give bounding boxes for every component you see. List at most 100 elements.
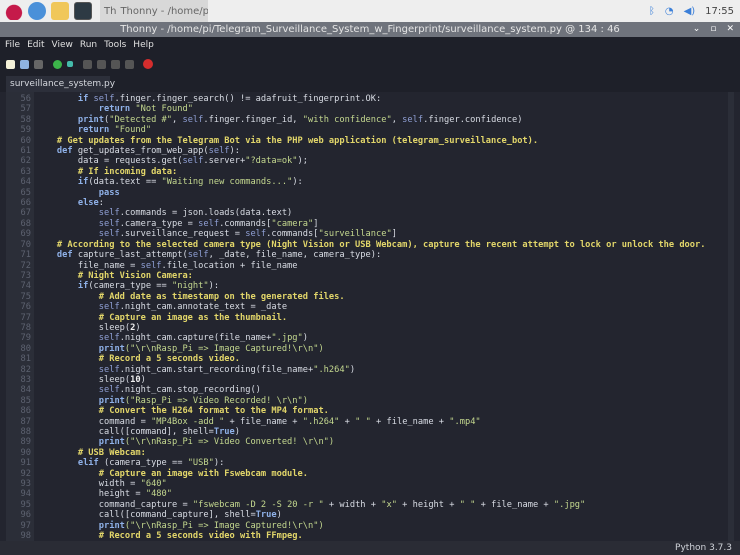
menu-run[interactable]: Run — [80, 37, 97, 53]
code-line[interactable]: 98 # Record a 5 seconds video with FFmpe… — [6, 531, 705, 541]
code-line[interactable]: 91 elif (camera_type == "USB"): — [6, 458, 705, 468]
code-line[interactable]: 84 self.night_cam.stop_recording() — [6, 385, 705, 395]
stop-icon[interactable] — [143, 59, 153, 69]
new-file-icon[interactable] — [6, 59, 15, 69]
maximize-button[interactable]: ▫ — [710, 22, 716, 37]
code-line[interactable]: 64 if(data.text == "Waiting new commands… — [6, 177, 705, 187]
code-line[interactable]: 73 # Night Vision Camera: — [6, 271, 705, 281]
code-line[interactable]: 89 print("\r\nRasp_Pi => Video Converted… — [6, 437, 705, 447]
code-line[interactable]: 57 return "Not Found" — [6, 104, 705, 114]
code-line[interactable]: 86 # Convert the H264 format to the MP4 … — [6, 406, 705, 416]
menu-view[interactable]: View — [52, 37, 73, 53]
code-line[interactable]: 90 # USB Webcam: — [6, 448, 705, 458]
code-editor[interactable]: 56 if self.finger.finger_search() != ada… — [6, 92, 734, 541]
code-line[interactable]: 68 self.camera_type = self.commands["cam… — [6, 219, 705, 229]
code-line[interactable]: 69 self.surveillance_request = self.comm… — [6, 229, 705, 239]
code-line[interactable]: 93 width = "640" — [6, 479, 705, 489]
code-line[interactable]: 79 self.night_cam.capture(file_name+".jp… — [6, 333, 705, 343]
code-text: print("\r\nRasp_Pi => Image Captured!\r\… — [34, 344, 324, 354]
run-icon[interactable] — [53, 59, 62, 69]
code-token: , — [172, 114, 183, 125]
code-line[interactable]: 78 sleep(2) — [6, 323, 705, 333]
code-line[interactable]: 92 # Capture an image with Fswebcam modu… — [6, 469, 705, 479]
menu-file[interactable]: File — [5, 37, 20, 53]
tab-row: surveillance_system.py × — [0, 75, 740, 105]
terminal-icon[interactable] — [74, 2, 92, 20]
code-line[interactable]: 70 # According to the selected camera ty… — [6, 240, 706, 250]
step-out-icon[interactable] — [111, 59, 120, 69]
bluetooth-icon[interactable]: ᛒ — [649, 6, 655, 17]
code-line[interactable]: 65 pass — [6, 188, 705, 198]
code-line[interactable]: 72 file_name = self.file_location + file… — [6, 261, 705, 271]
line-number: 61 — [20, 146, 31, 157]
code-line[interactable]: 74 if(camera_type == "night"): — [6, 281, 705, 291]
code-text: # Capture an image as the thumbnail. — [34, 313, 287, 323]
interpreter-label[interactable]: Python 3.7.3 — [675, 543, 732, 553]
taskbar-thonny-button[interactable]: ThThonny - /home/pi/T... — [100, 0, 208, 22]
clock[interactable]: 17:55 — [705, 6, 734, 17]
code-line[interactable]: 77 # Capture an image as the thumbnail. — [6, 313, 705, 323]
browser-icon[interactable] — [28, 2, 46, 20]
tab-surveillance-system[interactable]: surveillance_system.py × — [6, 76, 115, 105]
code-text: if(data.text == "Waiting new commands...… — [34, 177, 303, 187]
code-line[interactable]: 94 height = "480" — [6, 489, 705, 499]
line-number: 62 — [20, 156, 31, 167]
code-token: .night_cam.start_recording(file_name+ — [119, 364, 314, 375]
code-line[interactable]: 76 self.night_cam.annotate_text = _date — [6, 302, 705, 312]
code-line[interactable]: 60 # Get updates from the Telegram Bot v… — [6, 136, 705, 146]
code-text: width = "640" — [34, 479, 167, 489]
minimize-button[interactable]: ⌄ — [693, 22, 701, 37]
code-line[interactable]: 56 if self.finger.finger_search() != ada… — [6, 94, 705, 104]
line-number: 94 — [20, 489, 31, 500]
code-text: sleep(2) — [34, 323, 141, 333]
code-token: if — [77, 177, 89, 188]
resume-icon[interactable] — [125, 59, 134, 69]
code-line[interactable]: 88 call([command], shell=True) — [6, 427, 705, 437]
code-line[interactable]: 95 command_capture = "fswebcam -D 2 -S 2… — [6, 500, 705, 510]
code-token: # Night Vision Camera: — [77, 270, 193, 281]
wifi-icon[interactable]: ◔ — [665, 6, 674, 17]
code-line[interactable]: 62 data = requests.get(self.server+"?dat… — [6, 156, 705, 166]
code-text: print("\r\nRasp_Pi => Image Captured!\r\… — [34, 521, 324, 531]
code-line[interactable]: 83 sleep(10) — [6, 375, 705, 385]
menu-help[interactable]: Help — [133, 37, 154, 53]
menu-tools[interactable]: Tools — [104, 37, 126, 53]
volume-icon[interactable]: ◀) — [684, 6, 696, 17]
debug-icon[interactable] — [67, 61, 73, 67]
code-line[interactable]: 67 self.commands = json.loads(data.text) — [6, 208, 705, 218]
file-manager-icon[interactable] — [51, 2, 69, 20]
open-file-icon[interactable] — [20, 59, 29, 69]
code-line[interactable]: 59 return "Found" — [6, 125, 705, 135]
window-title-bar[interactable]: Thonny - /home/pi/Telegram_Surveillance_… — [0, 22, 740, 37]
code-line[interactable]: 82 self.night_cam.start_recording(file_n… — [6, 365, 705, 375]
close-button[interactable]: ✕ — [726, 22, 734, 37]
code-line[interactable]: 97 print("\r\nRasp_Pi => Image Captured!… — [6, 521, 705, 531]
code-line[interactable]: 96 call([command_capture], shell=True) — [6, 510, 705, 520]
code-line[interactable]: 81 # Record a 5 seconds video. — [6, 354, 705, 364]
line-number: 77 — [20, 312, 31, 323]
code-token: if — [77, 281, 89, 292]
step-into-icon[interactable] — [97, 59, 106, 69]
code-line[interactable]: 61 def get_updates_from_web_app(self): — [6, 146, 705, 156]
code-line[interactable]: 63 # If incoming data: — [6, 167, 705, 177]
step-over-icon[interactable] — [83, 59, 92, 69]
vertical-scrollbar[interactable] — [728, 92, 734, 541]
code-token: # Record a 5 seconds video with FFmpeg. — [98, 531, 303, 541]
raspberry-menu-icon[interactable] — [5, 2, 23, 20]
code-line[interactable]: 85 print("Rasp_Pi => Video Recorded! \r\… — [6, 396, 705, 406]
code-token: "MP4Box -add " — [151, 416, 225, 427]
code-token: self — [98, 218, 120, 229]
code-token: print — [98, 437, 125, 448]
code-line[interactable]: 87 command = "MP4Box -add " + file_name … — [6, 417, 705, 427]
code-token: # Convert the H264 format to the MP4 for… — [98, 406, 329, 417]
code-text: else: — [34, 198, 104, 208]
save-icon[interactable] — [34, 59, 43, 69]
code-line[interactable]: 71 def capture_last_attempt(self, _date,… — [6, 250, 705, 260]
code-line[interactable]: 66 else: — [6, 198, 705, 208]
code-line[interactable]: 75 # Add date as timestamp on the genera… — [6, 292, 705, 302]
code-token: return — [77, 125, 115, 136]
menu-edit[interactable]: Edit — [27, 37, 44, 53]
code-token: self — [98, 364, 120, 375]
code-line[interactable]: 58 print("Detected #", self.finger.finge… — [6, 115, 705, 125]
code-line[interactable]: 80 print("\r\nRasp_Pi => Image Captured!… — [6, 344, 705, 354]
